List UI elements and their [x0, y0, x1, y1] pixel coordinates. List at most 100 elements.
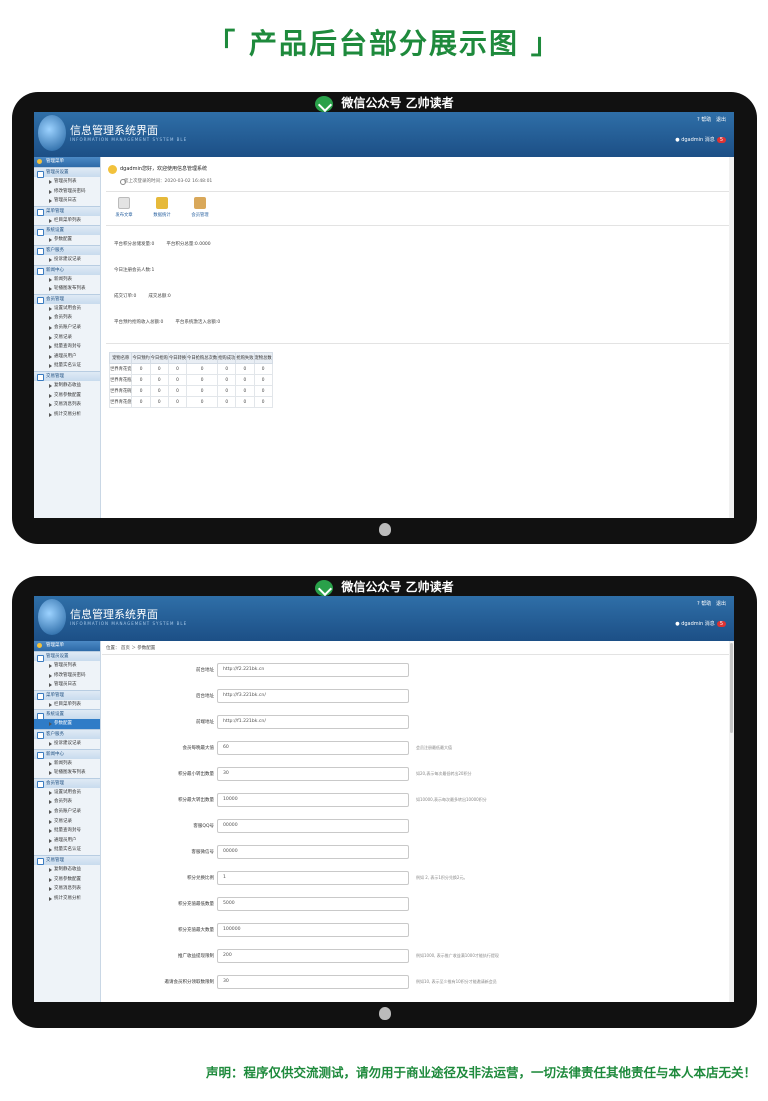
sidebar-section[interactable]: 会员管理 [34, 777, 100, 789]
sidebar-item[interactable]: 轮播图发布列表 [34, 768, 100, 778]
sidebar-section[interactable]: 客户服务 [34, 728, 100, 740]
sidebar-item[interactable]: 统计交易分析 [34, 894, 100, 904]
sidebar-section[interactable]: 管理员设置 [34, 651, 100, 662]
field-input[interactable]: 60 [217, 741, 409, 755]
field-input[interactable]: 30 [217, 767, 409, 781]
sidebar-item[interactable]: 批量实名认证 [34, 361, 100, 371]
sidebar-item[interactable]: 新闻列表 [34, 275, 100, 285]
table-cell: 0 [186, 385, 219, 397]
table-header: 今日预约 [131, 352, 151, 364]
sidebar-item[interactable]: 修改管理员密码 [34, 187, 100, 197]
brand-banner-text: 微信公众号 乙帅读者 [341, 96, 454, 110]
sidebar-item[interactable]: 设置试用会员 [34, 788, 100, 798]
sidebar-item[interactable]: 交易参数配置 [34, 391, 100, 401]
sidebar-item[interactable]: 会员列表 [34, 313, 100, 323]
quick-link-stats[interactable]: 数据统计 [150, 197, 174, 218]
table-header: 抢购成功 [217, 352, 237, 364]
field-input[interactable]: http://f3.221bk.cn/ [217, 689, 409, 703]
field-input[interactable]: 00000 [217, 819, 409, 833]
user-info[interactable]: ● dgadmin 消息 5 [675, 136, 726, 143]
sidebar-item[interactable]: 管理员日志 [34, 196, 100, 206]
sidebar-top[interactable]: 管理菜单 [34, 157, 100, 167]
sidebar-item[interactable]: 会员列表 [34, 797, 100, 807]
field-input[interactable]: http://f1.221bk.cn/ [217, 715, 409, 729]
sidebar-section[interactable]: 新闻中心 [34, 748, 100, 760]
field-label: 积分兑换比例 [187, 876, 214, 881]
field-input[interactable]: 5000 [217, 897, 409, 911]
help-link[interactable]: ? 帮助 退出 [697, 116, 726, 123]
sidebar-item[interactable]: 交易消息列表 [34, 400, 100, 410]
sidebar-item[interactable]: 投诉建议记录 [34, 739, 100, 749]
user-info[interactable]: ● dgadmin 消息 5 [675, 620, 726, 627]
sidebar: 管理菜单 管理员设置 管理员列表 修改管理员密码 管理员日志 菜单管理 栏目菜单列表 系统设置… [34, 157, 101, 518]
field-input[interactable]: http://f2.221bk.cn [217, 663, 409, 677]
sidebar-item[interactable]: 批量实名认证 [34, 845, 100, 855]
table-cell: 0 [149, 396, 169, 408]
sidebar-section[interactable]: 系统设置 [34, 225, 100, 236]
logout-link[interactable]: 退出 [716, 601, 726, 607]
field-input[interactable]: 30 [217, 975, 409, 989]
scrollbar[interactable] [729, 157, 734, 518]
sidebar-item[interactable]: 会员账户记录 [34, 807, 100, 817]
quick-link-label: 发布文章 [115, 213, 133, 218]
quick-link-members[interactable]: 会员管理 [188, 197, 212, 218]
sidebar-item[interactable]: 会员账户记录 [34, 323, 100, 333]
sidebar-item[interactable]: 轮播图发布列表 [34, 284, 100, 294]
sidebar-section[interactable]: 系统设置 [34, 709, 100, 720]
field-input[interactable]: 10000 [217, 793, 409, 807]
sidebar-item[interactable]: 复制静态收益 [34, 865, 100, 875]
page-title: 「 产品后台部分展示图 」 [207, 27, 561, 60]
sidebar-item[interactable]: 管理员列表 [34, 177, 100, 187]
sidebar-item[interactable]: 批量查询封号 [34, 342, 100, 352]
sidebar-item[interactable]: 管理员日志 [34, 680, 100, 690]
table-cell: 0 [186, 363, 219, 375]
sidebar-section[interactable]: 客户服务 [34, 244, 100, 256]
sidebar-item[interactable]: 设置试用会员 [34, 304, 100, 314]
field-label: 后台地址 [196, 694, 214, 699]
form-row: 后台地址 http://f3.221bk.cn/ [102, 689, 734, 705]
sidebar-section[interactable]: 管理员设置 [34, 167, 100, 178]
stat-value: 今日注册会员人数:1 [114, 268, 155, 273]
sidebar-item[interactable]: 新闻列表 [34, 759, 100, 769]
logout-link[interactable]: 退出 [716, 117, 726, 123]
app-title: 信息管理系统界面 [70, 124, 158, 137]
sidebar-item[interactable]: 栏目菜单列表 [34, 216, 100, 226]
sidebar-section[interactable]: 交易管理 [34, 854, 100, 866]
sidebar-item[interactable]: 管理员列表 [34, 661, 100, 671]
sidebar-item[interactable]: 通理员用户 [34, 352, 100, 362]
sidebar-item[interactable]: 复制静态收益 [34, 381, 100, 391]
sidebar-top[interactable]: 管理菜单 [34, 641, 100, 651]
table-cell: 世界青花碗 [108, 385, 133, 397]
field-input[interactable]: 100000 [217, 923, 409, 937]
quick-link-publish[interactable]: 发布文章 [112, 197, 136, 218]
sidebar-item[interactable]: 交易记录 [34, 333, 100, 343]
form-row: 前端地址 http://f1.221bk.cn/ [102, 715, 734, 731]
sidebar-section[interactable]: 会员管理 [34, 293, 100, 305]
sidebar-section[interactable]: 菜单管理 [34, 205, 100, 217]
sidebar-item[interactable]: 通理员用户 [34, 836, 100, 846]
sidebar-section[interactable]: 菜单管理 [34, 689, 100, 701]
sidebar-item[interactable]: 交易参数配置 [34, 875, 100, 885]
field-input[interactable]: 200 [217, 949, 409, 963]
scrollbar-thumb[interactable] [730, 643, 733, 733]
last-login-text: 您上次登录的时间：2020-03-02 16:48:01 [124, 179, 213, 184]
sidebar-item[interactable]: 交易消息列表 [34, 884, 100, 894]
sidebar-section[interactable]: 交易管理 [34, 370, 100, 382]
table-cell: 0 [167, 396, 188, 408]
sidebar-item[interactable]: 交易记录 [34, 817, 100, 827]
form-row: 会员每晚最大值 60 会员注册最低最大值 [102, 741, 734, 757]
form-row: 积分最小转出数量 30 如20,表示每次最低转出20积分 [102, 767, 734, 783]
table-cell: 0 [235, 396, 255, 408]
sidebar-item[interactable]: 参数配置 [34, 719, 100, 729]
field-input[interactable]: 1 [217, 871, 409, 885]
sidebar-item[interactable]: 栏目菜单列表 [34, 700, 100, 710]
sidebar-section[interactable]: 新闻中心 [34, 264, 100, 276]
field-input[interactable]: 00000 [217, 845, 409, 859]
sidebar-item[interactable]: 统计交易分析 [34, 410, 100, 420]
help-link[interactable]: ? 帮助 退出 [697, 600, 726, 607]
app-subtitle: INFORMATION MANAGEMENT SYSTEM BLE [70, 621, 188, 626]
sidebar-item[interactable]: 参数配置 [34, 235, 100, 245]
sidebar-item[interactable]: 投诉建议记录 [34, 255, 100, 265]
sidebar-item[interactable]: 修改管理员密码 [34, 671, 100, 681]
sidebar-item[interactable]: 批量查询封号 [34, 826, 100, 836]
